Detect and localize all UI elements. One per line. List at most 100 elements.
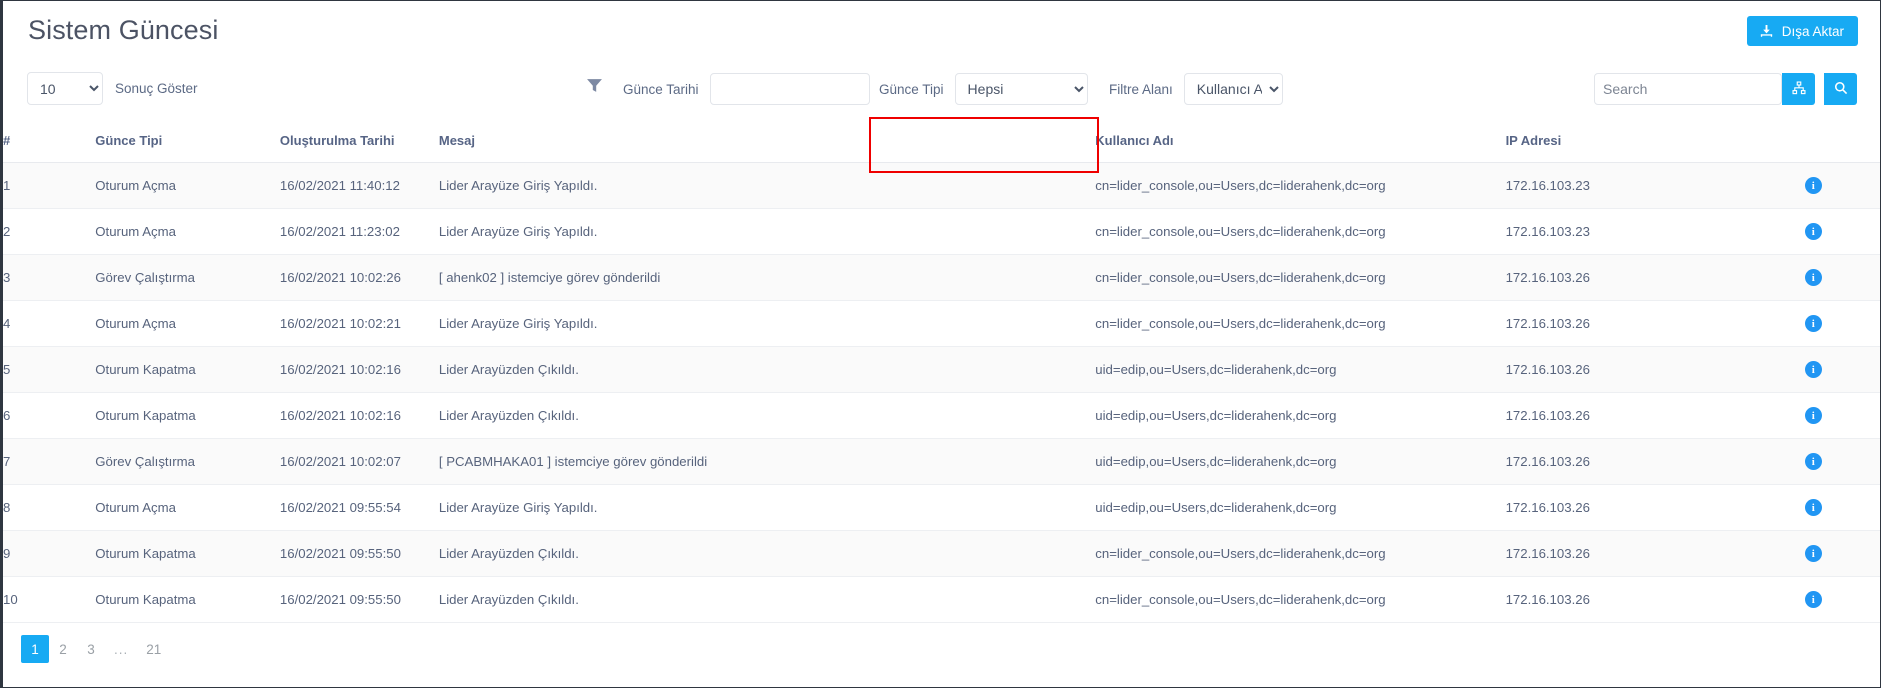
info-icon[interactable]: i — [1805, 223, 1822, 240]
info-icon[interactable]: i — [1805, 269, 1822, 286]
table-row[interactable]: 5Oturum Kapatma16/02/2021 10:02:16Lider … — [3, 347, 1880, 393]
cell-actions: i — [1747, 393, 1880, 439]
pagination-page-2[interactable]: 2 — [49, 635, 77, 663]
export-button[interactable]: Dışa Aktar — [1747, 16, 1858, 46]
cell-username: cn=lider_console,ou=Users,dc=liderahenk,… — [1095, 301, 1505, 347]
info-icon[interactable]: i — [1805, 453, 1822, 470]
info-icon[interactable]: i — [1805, 499, 1822, 516]
info-icon[interactable]: i — [1805, 407, 1822, 424]
info-icon[interactable]: i — [1805, 315, 1822, 332]
cell-index: 3 — [3, 255, 95, 301]
cell-log-type: Görev Çalıştırma — [95, 255, 280, 301]
cell-ip-address: 172.16.103.26 — [1506, 255, 1747, 301]
info-icon[interactable]: i — [1805, 545, 1822, 562]
cell-actions: i — [1747, 485, 1880, 531]
search-button[interactable] — [1824, 73, 1857, 105]
cell-message: Lider Arayüzden Çıkıldı. — [439, 531, 1095, 577]
table-row[interactable]: 6Oturum Kapatma16/02/2021 10:02:16Lider … — [3, 393, 1880, 439]
cell-message: Lider Arayüzden Çıkıldı. — [439, 347, 1095, 393]
cell-log-type: Oturum Kapatma — [95, 393, 280, 439]
pagination-page-1[interactable]: 1 — [21, 635, 49, 663]
show-results-label: Sonuç Göster — [115, 81, 198, 96]
page-title: Sistem Güncesi — [28, 15, 218, 46]
cell-actions: i — [1747, 209, 1880, 255]
cell-username: uid=edip,ou=Users,dc=liderahenk,dc=org — [1095, 439, 1505, 485]
cell-ip-address: 172.16.103.23 — [1506, 209, 1747, 255]
filter-funnel-icon[interactable] — [586, 77, 603, 99]
cell-ip-address: 172.16.103.26 — [1506, 393, 1747, 439]
cell-log-type: Oturum Açma — [95, 209, 280, 255]
pagination-page-3[interactable]: 3 — [77, 635, 105, 663]
col-created-date[interactable]: Oluşturulma Tarihi — [280, 121, 439, 163]
export-button-label: Dışa Aktar — [1782, 24, 1844, 39]
info-icon[interactable]: i — [1805, 361, 1822, 378]
pagination: 123...21 — [3, 623, 1880, 663]
cell-log-type: Oturum Açma — [95, 163, 280, 209]
cell-ip-address: 172.16.103.23 — [1506, 163, 1747, 209]
cell-message: Lider Arayüze Giriş Yapıldı. — [439, 209, 1095, 255]
table-row[interactable]: 4Oturum Açma16/02/2021 10:02:21Lider Ara… — [3, 301, 1880, 347]
cell-created-date: 16/02/2021 09:55:54 — [280, 485, 439, 531]
cell-created-date: 16/02/2021 10:02:16 — [280, 393, 439, 439]
table-row[interactable]: 9Oturum Kapatma16/02/2021 09:55:50Lider … — [3, 531, 1880, 577]
col-username[interactable]: Kullanıcı Adı — [1095, 121, 1505, 163]
table-row[interactable]: 1Oturum Açma16/02/2021 11:40:12Lider Ara… — [3, 163, 1880, 209]
rows-per-page-group: 10 Sonuç Göster — [27, 72, 198, 105]
cell-username: cn=lider_console,ou=Users,dc=liderahenk,… — [1095, 255, 1505, 301]
cell-actions: i — [1747, 531, 1880, 577]
log-date-input[interactable] — [710, 73, 870, 105]
sitemap-button[interactable] — [1782, 73, 1815, 105]
download-icon — [1759, 24, 1774, 39]
log-date-filter: Günce Tarihi — [623, 73, 870, 105]
table-row[interactable]: 7Görev Çalıştırma16/02/2021 10:02:07[ PC… — [3, 439, 1880, 485]
cell-actions: i — [1747, 163, 1880, 209]
cell-actions: i — [1747, 347, 1880, 393]
info-icon[interactable]: i — [1805, 591, 1822, 608]
cell-message: Lider Arayüze Giriş Yapıldı. — [439, 485, 1095, 531]
col-message[interactable]: Mesaj — [439, 121, 1095, 163]
table-row[interactable]: 2Oturum Açma16/02/2021 11:23:02Lider Ara… — [3, 209, 1880, 255]
filter-funnel[interactable] — [586, 77, 603, 99]
cell-created-date: 16/02/2021 10:02:26 — [280, 255, 439, 301]
system-log-table: # Günce Tipi Oluşturulma Tarihi Mesaj Ku… — [3, 121, 1880, 623]
rows-per-page-select[interactable]: 10 — [27, 72, 103, 105]
pagination-page-21[interactable]: 21 — [137, 635, 170, 663]
filter-field-select[interactable]: Kullanıcı Adı — [1184, 73, 1283, 105]
cell-actions: i — [1747, 301, 1880, 347]
log-date-label: Günce Tarihi — [623, 82, 699, 97]
search-input[interactable] — [1594, 73, 1782, 105]
cell-log-type: Görev Çalıştırma — [95, 439, 280, 485]
info-icon[interactable]: i — [1805, 177, 1822, 194]
log-type-select[interactable]: Hepsi — [955, 73, 1088, 105]
cell-message: [ PCABMHAKA01 ] istemciye görev gönderil… — [439, 439, 1095, 485]
cell-ip-address: 172.16.103.26 — [1506, 577, 1747, 623]
cell-message: Lider Arayüzden Çıkıldı. — [439, 577, 1095, 623]
log-type-filter: Günce Tipi Hepsi — [879, 73, 1088, 105]
table-row[interactable]: 3Görev Çalıştırma16/02/2021 10:02:26[ ah… — [3, 255, 1880, 301]
cell-index: 10 — [3, 577, 95, 623]
cell-username: cn=lider_console,ou=Users,dc=liderahenk,… — [1095, 163, 1505, 209]
cell-created-date: 16/02/2021 10:02:21 — [280, 301, 439, 347]
cell-index: 4 — [3, 301, 95, 347]
log-type-label: Günce Tipi — [879, 82, 944, 97]
table-row[interactable]: 10Oturum Kapatma16/02/2021 09:55:50Lider… — [3, 577, 1880, 623]
table-header: # Günce Tipi Oluşturulma Tarihi Mesaj Ku… — [3, 121, 1880, 163]
cell-created-date: 16/02/2021 09:55:50 — [280, 577, 439, 623]
cell-username: cn=lider_console,ou=Users,dc=liderahenk,… — [1095, 531, 1505, 577]
search-icon — [1834, 81, 1848, 98]
cell-ip-address: 172.16.103.26 — [1506, 531, 1747, 577]
cell-index: 7 — [3, 439, 95, 485]
col-ip-address[interactable]: IP Adresi — [1506, 121, 1747, 163]
table-row[interactable]: 8Oturum Açma16/02/2021 09:55:54Lider Ara… — [3, 485, 1880, 531]
cell-created-date: 16/02/2021 11:40:12 — [280, 163, 439, 209]
system-log-page: Sistem Güncesi Dışa Aktar 10 Sonuç Göste… — [0, 0, 1881, 688]
cell-message: Lider Arayüze Giriş Yapıldı. — [439, 163, 1095, 209]
cell-username: cn=lider_console,ou=Users,dc=liderahenk,… — [1095, 577, 1505, 623]
cell-message: [ ahenk02 ] istemciye görev gönderildi — [439, 255, 1095, 301]
cell-actions: i — [1747, 439, 1880, 485]
col-index[interactable]: # — [3, 121, 95, 163]
col-log-type[interactable]: Günce Tipi — [95, 121, 280, 163]
cell-created-date: 16/02/2021 10:02:07 — [280, 439, 439, 485]
cell-index: 1 — [3, 163, 95, 209]
search-group — [1594, 73, 1857, 105]
